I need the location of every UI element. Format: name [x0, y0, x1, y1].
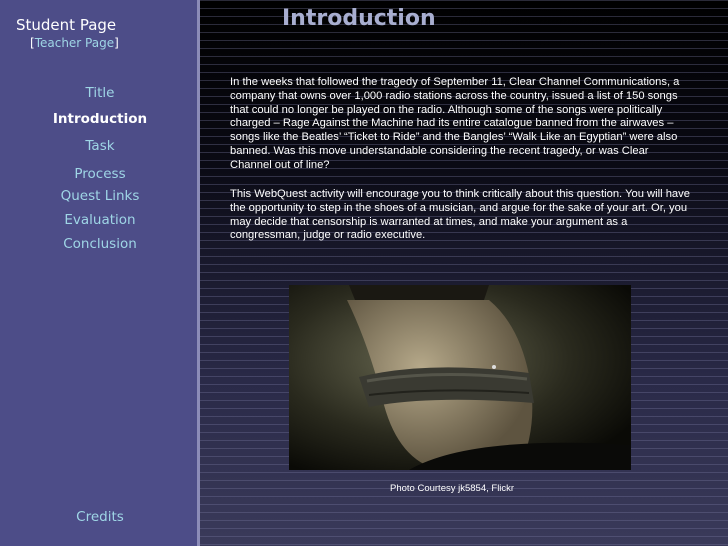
nav-task[interactable]: Task	[0, 138, 200, 154]
photo-caption: Photo Courtesy jk5854, Flickr	[390, 483, 515, 494]
page-title-student: Student Page	[16, 16, 117, 34]
photo	[289, 285, 631, 470]
nav-evaluation[interactable]: Evaluation	[0, 212, 200, 228]
section-title: Introduction	[282, 6, 436, 31]
teacher-page-wrapper: [Teacher Page]	[30, 36, 119, 50]
nav-conclusion[interactable]: Conclusion	[0, 236, 200, 252]
nav-process[interactable]: Process	[0, 166, 200, 182]
taped-mouth-photo-icon	[289, 285, 631, 470]
nav-introduction[interactable]: Introduction	[0, 111, 200, 127]
intro-paragraph-2: This WebQuest activity will encourage yo…	[230, 188, 690, 242]
teacher-page-link[interactable]: Teacher Page	[35, 36, 114, 50]
nav-credits[interactable]: Credits	[0, 509, 200, 525]
teacher-bracket-close: ]	[114, 36, 119, 50]
sidebar: Student Page [Teacher Page] Title Introd…	[0, 0, 200, 546]
intro-paragraph-1: In the weeks that followed the tragedy o…	[230, 76, 680, 171]
nav-title[interactable]: Title	[0, 85, 200, 101]
nav-quest-links[interactable]: Quest Links	[0, 188, 200, 204]
